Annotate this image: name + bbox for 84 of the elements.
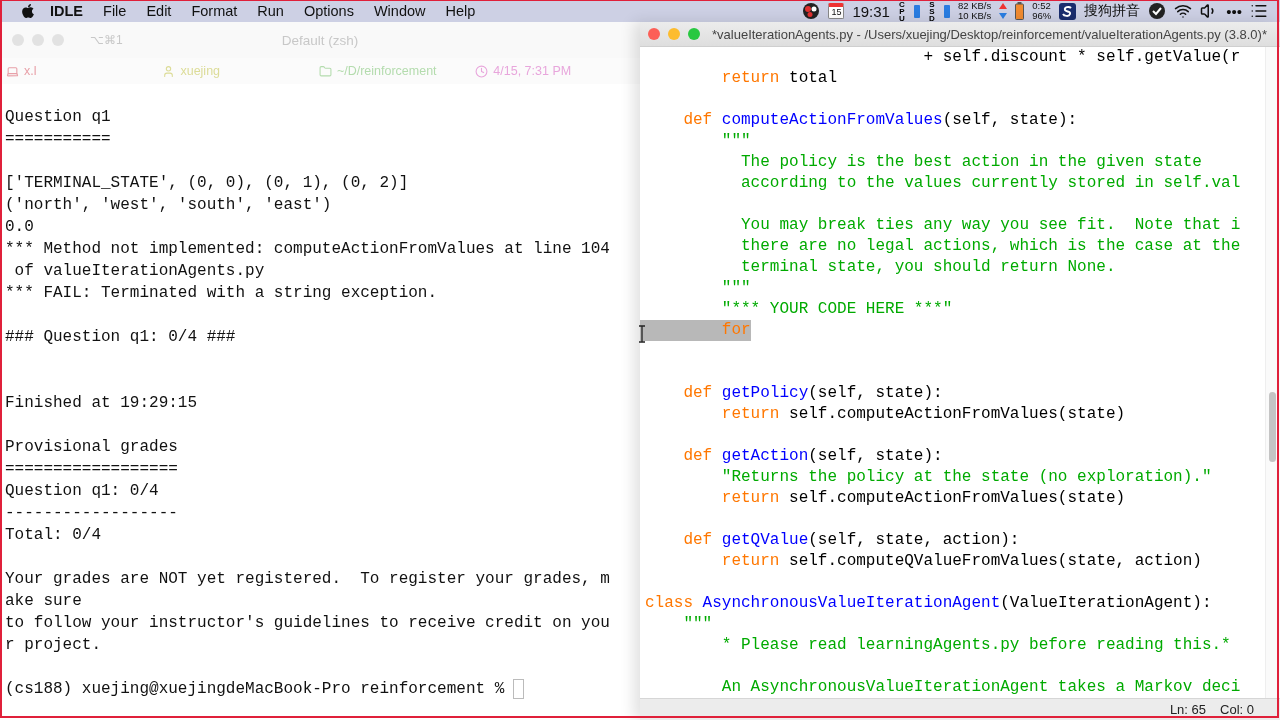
more-menu[interactable]: •••: [1226, 2, 1242, 20]
code-line: return total: [720, 68, 838, 89]
code-line: * Please read learningAgents.py before reading this.*: [720, 635, 1231, 656]
up-down-arrows-icon: [999, 2, 1008, 20]
cpu-label: CPU: [898, 1, 906, 22]
window-title: *valueIterationAgents.py - /Users/xuejing/Desktop/reinforcement/valueIterationAgents.py (3.8.0)*: [712, 26, 1267, 42]
terminal-cursor: [513, 679, 525, 699]
laptop-icon: [6, 64, 19, 78]
apple-icon[interactable]: [20, 3, 36, 19]
terminal-line: ake sure: [5, 592, 82, 610]
code-line: return self.computeActionFromValues(state): [720, 488, 1126, 509]
code-line: def getQValue(self, state, action):: [682, 530, 1020, 551]
menu-item[interactable]: Run: [257, 3, 284, 19]
terminal-line: Your grades are NOT yet registered. To register your grades, m: [5, 570, 610, 588]
terminal-line: to follow your instructor's guidelines to receive credit on you: [5, 614, 610, 632]
code-line: "Returns the policy at the state (no exploration).": [720, 467, 1212, 488]
close-button[interactable]: [648, 28, 660, 40]
scroll-thumb[interactable]: [1269, 392, 1276, 462]
wifi-icon[interactable]: [1174, 2, 1193, 20]
terminal-line: ------------------: [5, 504, 178, 522]
text-cursor-icon: [638, 325, 646, 343]
upload-speed: 82 KB/s: [957, 1, 992, 11]
ssd-meter-icon: [943, 4, 950, 18]
line-number-status: Ln: 65: [1169, 702, 1207, 717]
status-text: x.l: [24, 64, 37, 78]
code-line: return self.computeQValueFromValues(state, action): [720, 551, 1202, 572]
terminal-line: *** Method not implemented: computeActionFromValues at line 104: [5, 240, 610, 258]
battery-time: 0:52: [1032, 1, 1052, 11]
status-text: xuejing: [180, 64, 221, 78]
code-line: "*** YOUR CODE HERE ***": [720, 299, 953, 320]
code-line: You may break ties any way you see fit. Note that i: [740, 215, 1241, 236]
input-method-icon[interactable]: [1059, 2, 1077, 20]
menu-item[interactable]: Options: [303, 3, 354, 19]
input-method-label[interactable]: 搜狗拼音: [1084, 2, 1141, 20]
terminal-line: ===========: [5, 130, 111, 148]
clock-icon: [475, 64, 489, 78]
terminal-line: ### Question q1: 0/4 ###: [5, 328, 236, 346]
folder-icon: [318, 64, 332, 78]
clock-time[interactable]: 19:31: [852, 2, 890, 20]
download-speed: 10 KB/s: [957, 11, 992, 21]
code-line: """: [720, 131, 751, 152]
terminal-line: Question q1: 0/4: [5, 482, 159, 500]
code-line: The policy is the best action in the given state: [740, 152, 1202, 173]
ssd-label: SSD: [928, 1, 936, 22]
menu-item[interactable]: Window: [373, 3, 426, 19]
terminal-line: ==================: [5, 460, 178, 478]
column-status: Col: 0: [1220, 702, 1254, 717]
terminal-line: Question q1: [5, 108, 111, 126]
terminal-line: Provisional grades: [5, 438, 178, 456]
code-line: def getPolicy(self, state):: [682, 383, 943, 404]
code-line: class AsynchronousValueIterationAgent(ValueIterationAgent):: [644, 593, 1212, 614]
terminal-line: Total: 0/4: [5, 526, 101, 544]
user-icon: [162, 64, 176, 78]
battery-percent: 96%: [1032, 11, 1052, 21]
code-line: + self.discount * self.getValue(r: [922, 47, 1241, 68]
status-text: 4/15, 7:31 PM: [493, 64, 572, 78]
badge-icon[interactable]: [1148, 2, 1167, 20]
battery-icon: [1015, 2, 1025, 20]
code-line: terminal state, you should return None.: [740, 257, 1116, 278]
terminal-line: 0.0: [5, 218, 34, 236]
code-line: return self.computeActionFromValues(state): [720, 404, 1126, 425]
menu-item[interactable]: File: [103, 3, 127, 19]
menu-item[interactable]: Edit: [146, 3, 172, 19]
code-line: """: [720, 278, 751, 299]
app-menu[interactable]: IDLE: [50, 3, 84, 19]
terminal-line: Finished at 19:29:15: [5, 394, 198, 412]
code-line: An AsynchronousValueIterationAgent takes a Markov deci: [720, 677, 1241, 698]
shell-prompt: (cs188) xuejing@xuejingdeMacBook-Pro reinforcement %: [5, 679, 505, 700]
terminal-line: r project.: [5, 636, 101, 654]
code-line: """: [682, 614, 713, 635]
menu-item[interactable]: Help: [445, 3, 476, 19]
code-line: according to the values currently stored in self.val: [740, 173, 1241, 194]
cpu-meter-icon: [913, 4, 920, 18]
terminal-line: ('north', 'west', 'south', 'east'): [5, 196, 332, 214]
terminal-line: of valueIterationAgents.py: [13, 262, 265, 280]
status-text: ~/D/reinforcement: [336, 64, 437, 78]
menu-item[interactable]: Format: [191, 3, 238, 19]
code-line: there are no legal actions, which is the case at the: [740, 236, 1241, 257]
list-icon[interactable]: [1250, 2, 1268, 20]
terminal-line: *** FAIL: Terminated with a string exception.: [5, 284, 438, 302]
terminal-line: ['TERMINAL_STATE', (0, 0), (0, 1), (0, 2)]: [5, 174, 409, 192]
calendar-button[interactable]: 15: [828, 3, 845, 19]
code-line: def getAction(self, state):: [682, 446, 943, 467]
code-line: def computeActionFromValues(self, state):: [682, 110, 1078, 131]
